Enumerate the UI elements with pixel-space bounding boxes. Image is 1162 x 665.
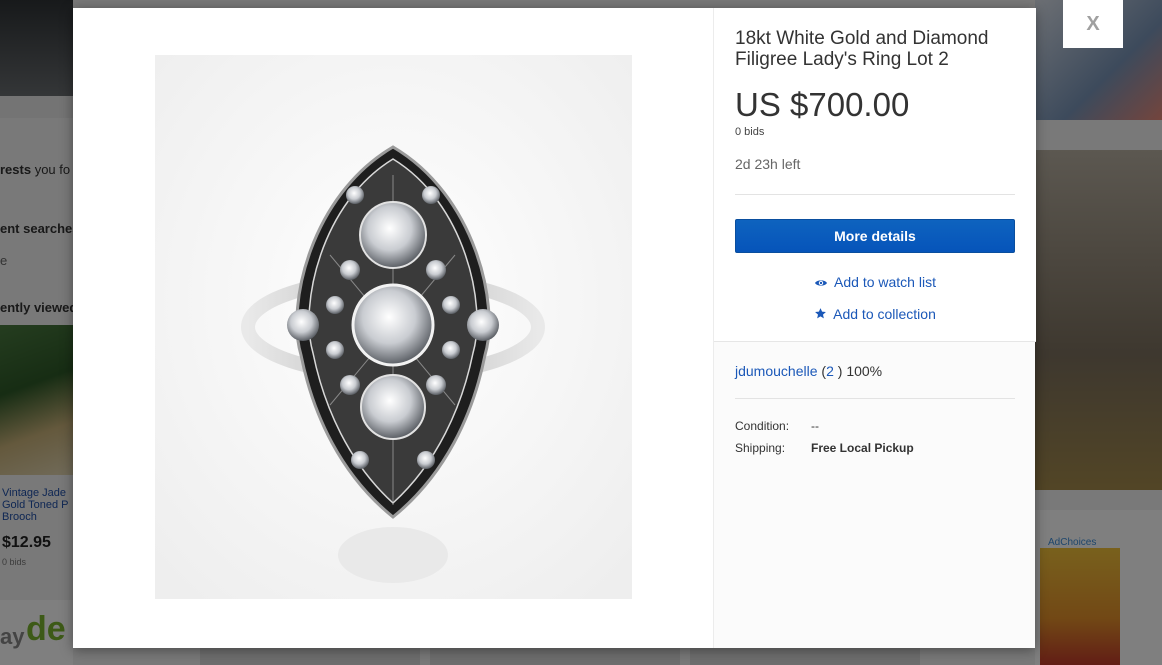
feedback-count-link[interactable]: 2: [826, 363, 834, 379]
product-image[interactable]: [155, 55, 632, 599]
divider: [735, 194, 1015, 195]
eye-icon: [814, 275, 828, 291]
quick-view-modal: 18kt White Gold and Diamond Filigree Lad…: [73, 8, 1036, 648]
close-button[interactable]: X: [1063, 0, 1123, 48]
condition-label: Condition:: [735, 419, 790, 433]
seller-name-link[interactable]: jdumouchelle: [735, 363, 818, 379]
shipping-value: Free Local Pickup: [811, 441, 914, 455]
add-to-collection-link[interactable]: Add to collection: [714, 306, 1036, 323]
add-to-watch-list-link[interactable]: Add to watch list: [714, 274, 1036, 291]
time-left: 2d 23h left: [735, 156, 801, 172]
feedback-close-paren: ): [837, 363, 843, 379]
listing-title[interactable]: 18kt White Gold and Diamond Filigree Lad…: [735, 28, 1025, 70]
condition-value: --: [811, 419, 819, 433]
seller-info: jdumouchelle (2 ) 100%: [735, 363, 882, 379]
listing-summary: 18kt White Gold and Diamond Filigree Lad…: [714, 8, 1036, 342]
add-to-collection-label: Add to collection: [833, 306, 936, 322]
star-icon: [814, 307, 827, 323]
add-to-watch-list-label: Add to watch list: [834, 274, 936, 290]
bid-count: 0 bids: [735, 126, 765, 138]
divider: [735, 398, 1015, 399]
image-pane: [73, 8, 713, 648]
shipping-label: Shipping:: [735, 441, 786, 455]
ring-illustration: [155, 55, 632, 599]
more-details-button[interactable]: More details: [735, 219, 1015, 253]
positive-feedback-percent: 100%: [846, 363, 883, 379]
listing-info-pane: 18kt White Gold and Diamond Filigree Lad…: [713, 8, 1036, 648]
listing-price: US $700.00: [735, 86, 910, 123]
